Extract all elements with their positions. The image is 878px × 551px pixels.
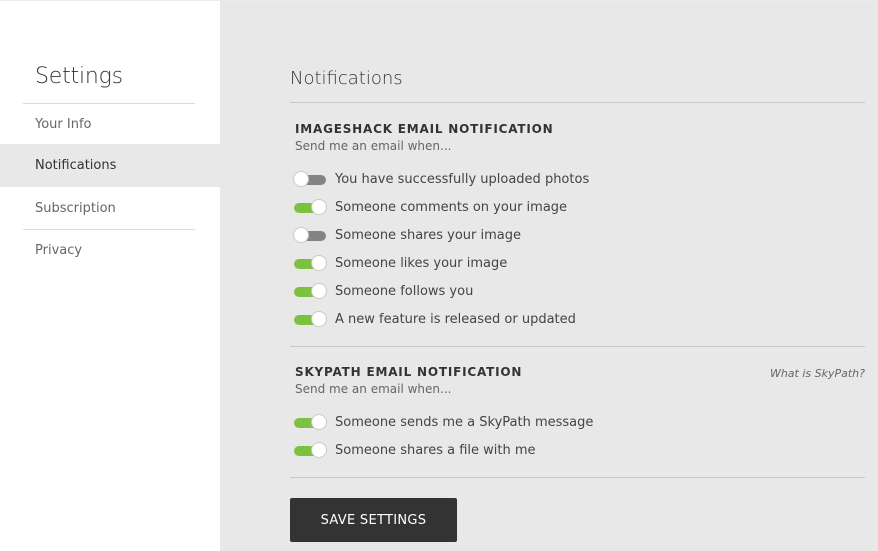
- notification-option-follows[interactable]: Someone follows you: [294, 281, 473, 301]
- toggle-switch[interactable]: [293, 227, 326, 243]
- notification-option-comments[interactable]: Someone comments on your image: [294, 197, 567, 217]
- notification-option-likes[interactable]: Someone likes your image: [294, 253, 507, 273]
- toggle-knob: [311, 283, 327, 299]
- toggle-switch[interactable]: [294, 255, 327, 271]
- toggle-switch[interactable]: [294, 442, 327, 458]
- toggle-knob: [293, 227, 309, 243]
- sidebar-item-privacy[interactable]: Privacy: [0, 229, 220, 272]
- notification-option-uploaded-photos[interactable]: You have successfully uploaded photos: [293, 169, 590, 189]
- toggle-switch[interactable]: [294, 199, 327, 215]
- notification-option-shares[interactable]: Someone shares your image: [293, 225, 521, 245]
- sidebar-item-subscription[interactable]: Subscription: [0, 187, 220, 230]
- toggle-knob: [311, 199, 327, 215]
- sidebar-item-your-info[interactable]: Your Info: [0, 103, 220, 146]
- option-label: Someone follows you: [335, 283, 474, 299]
- option-label: Someone likes your image: [335, 255, 508, 271]
- option-label: You have successfully uploaded photos: [335, 171, 590, 187]
- sidebar-item-notifications[interactable]: Notifications: [0, 144, 220, 187]
- toggle-knob: [311, 311, 327, 327]
- option-label: Someone sends me a SkyPath message: [335, 414, 594, 430]
- toggle-switch[interactable]: [294, 283, 327, 299]
- option-label: Someone shares your image: [335, 227, 521, 243]
- notification-option-file-shared[interactable]: Someone shares a file with me: [294, 440, 536, 460]
- notification-option-new-feature[interactable]: A new feature is released or updated: [294, 309, 576, 329]
- option-label: Someone comments on your image: [335, 199, 568, 215]
- option-label: A new feature is released or updated: [335, 311, 576, 327]
- notifications-panel: Notifications IMAGESHACK EMAIL NOTIFICAT…: [290, 0, 865, 551]
- divider: [290, 477, 865, 478]
- imageshack-section-title: IMAGESHACK EMAIL NOTIFICATION: [295, 122, 554, 136]
- toggle-knob: [311, 442, 327, 458]
- toggle-switch[interactable]: [294, 414, 327, 430]
- skypath-section-subtitle: Send me an email when...: [295, 382, 452, 396]
- divider: [290, 346, 865, 347]
- toggle-switch[interactable]: [293, 171, 326, 187]
- toggle-knob: [311, 414, 327, 430]
- sidebar-title: Settings: [35, 64, 123, 89]
- page-title: Notifications: [290, 68, 403, 89]
- toggle-knob: [311, 255, 327, 271]
- option-label: Someone shares a file with me: [335, 442, 536, 458]
- skypath-section-title: SKYPATH EMAIL NOTIFICATION: [295, 365, 523, 379]
- notification-option-skypath-message[interactable]: Someone sends me a SkyPath message: [294, 412, 593, 432]
- toggle-knob: [293, 171, 309, 187]
- imageshack-section-subtitle: Send me an email when...: [295, 139, 452, 153]
- divider: [290, 102, 865, 103]
- what-is-skypath-link[interactable]: What is SkyPath?: [770, 367, 865, 380]
- settings-sidebar: Settings Your Info Notifications Subscri…: [0, 1, 220, 551]
- save-settings-button[interactable]: SAVE SETTINGS: [290, 498, 457, 542]
- toggle-switch[interactable]: [294, 311, 327, 327]
